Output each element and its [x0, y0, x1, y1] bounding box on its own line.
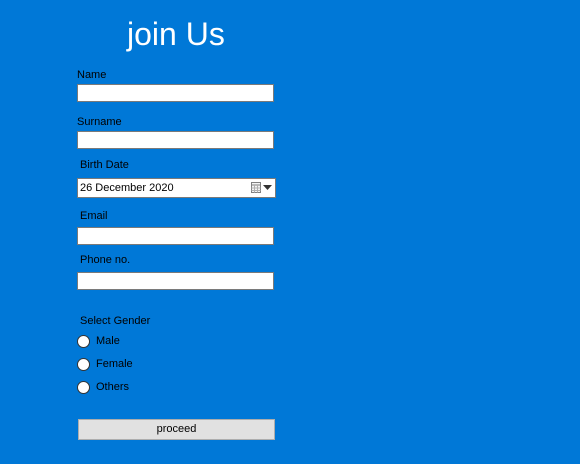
chevron-down-icon[interactable]: [263, 185, 272, 190]
gender-option-label: Male: [96, 335, 120, 347]
radio-button[interactable]: [77, 381, 90, 394]
gender-option-label: Others: [96, 381, 130, 393]
calendar-icon: [251, 182, 261, 193]
gender-label: Select Gender: [80, 315, 151, 327]
email-field[interactable]: [77, 227, 274, 245]
birth-date-picker[interactable]: 26 December 2020: [77, 178, 276, 198]
name-label: Name: [77, 69, 107, 81]
phone-field[interactable]: [77, 272, 274, 290]
radio-button[interactable]: [77, 335, 90, 348]
surname-label: Surname: [77, 116, 122, 128]
birth-date-label: Birth Date: [80, 159, 129, 171]
birth-date-value: 26 December 2020: [80, 182, 174, 194]
email-label: Email: [80, 210, 108, 222]
name-field[interactable]: [77, 84, 274, 102]
phone-label: Phone no.: [80, 254, 131, 266]
gender-option-label: Female: [96, 358, 133, 370]
proceed-button[interactable]: proceed: [78, 419, 275, 440]
surname-field[interactable]: [77, 131, 274, 149]
radio-button[interactable]: [77, 358, 90, 371]
page-title: join Us: [127, 16, 225, 52]
